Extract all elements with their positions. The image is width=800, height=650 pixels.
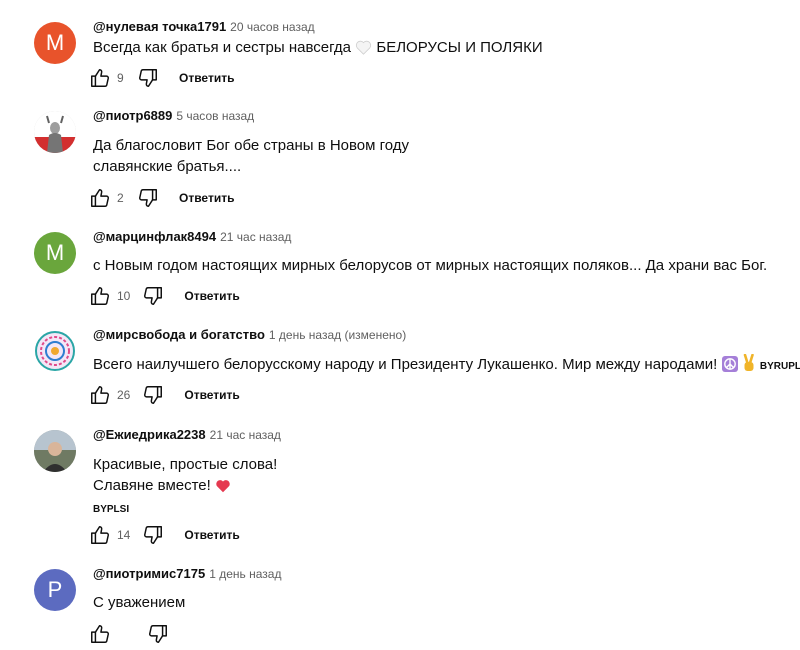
thumbs-down-icon[interactable] [142, 285, 164, 307]
comment-line: С уважением [93, 594, 186, 611]
comment-line: с Новым годом настоящих мирных белорусов… [93, 257, 768, 274]
thumbs-down-icon[interactable] [142, 384, 164, 406]
avatar[interactable] [34, 111, 76, 153]
comment-time[interactable]: 21 час назад [220, 230, 291, 244]
comment-actions: 26 Ответить [89, 383, 240, 407]
comment-actions: 10 Ответить [89, 284, 240, 308]
avatar[interactable]: P [34, 569, 76, 611]
thumbs-up-icon[interactable] [89, 285, 111, 307]
comment-header: @Ежиедрика2238 21 час назад [93, 427, 281, 442]
comment-time[interactable]: 1 день назад (изменено) [269, 328, 406, 342]
comment-header: @нулевая точка1791 20 часов назад [93, 19, 315, 34]
comment-line: Красивые, простые слова! [93, 456, 278, 473]
comment-header: @мирсвобода и богатство 1 день назад (изм… [93, 327, 406, 342]
avatar[interactable] [34, 430, 76, 472]
thumbs-up-icon[interactable] [89, 67, 111, 89]
comment-author[interactable]: @пиотр6889 [93, 108, 172, 123]
comment-header: @пиотр6889 5 часов назад [93, 108, 254, 123]
comment-time[interactable]: 1 день назад [209, 567, 281, 581]
comment-header: @пиотримис7175 1 день назад [93, 566, 281, 581]
comment-time[interactable]: 5 часов назад [176, 109, 254, 123]
comment-text: С уважением [93, 592, 185, 613]
comment-line: Всего наилучшего белорусскому народу и П… [93, 356, 718, 373]
like-count: 10 [117, 289, 131, 303]
comment-text: Всегда как братья и сестры навсегда БЕЛО… [93, 37, 543, 61]
thumbs-down-icon[interactable] [142, 524, 164, 546]
thumbs-down-icon[interactable] [147, 623, 169, 645]
comment-line: славянские братья.... [93, 158, 242, 175]
comment-author[interactable]: @марцинфлак8494 [93, 229, 216, 244]
avatar[interactable]: M [34, 22, 76, 64]
comment-line: Всегда как братья и сестры навсегда [93, 39, 352, 56]
comment-line: Славяне вместе! [93, 477, 211, 494]
reply-button[interactable]: Ответить [179, 71, 234, 85]
comment-time[interactable]: 21 час назад [210, 428, 281, 442]
comment-text: Да благословит Бог обе страны в Новом го… [93, 135, 409, 177]
like-count: 26 [117, 388, 131, 402]
comment-author[interactable]: @мирсвобода и богатство [93, 327, 265, 342]
thumbs-up-icon[interactable] [89, 623, 111, 645]
like-count: 14 [117, 528, 131, 542]
comment-actions: 2 Ответить [89, 186, 234, 210]
thumbs-up-icon[interactable] [89, 384, 111, 406]
comment-time[interactable]: 20 часов назад [230, 20, 314, 34]
thumbs-up-icon[interactable] [89, 187, 111, 209]
victory-hand-icon [742, 353, 756, 378]
comment-actions [89, 622, 169, 646]
flag-tag: BYRUPL [759, 361, 800, 372]
comment-text: с Новым годом настоящих мирных белорусов… [93, 255, 767, 276]
reply-button[interactable]: Ответить [184, 289, 239, 303]
avatar[interactable]: M [34, 232, 76, 274]
comment-actions: 9 Ответить [89, 66, 234, 90]
comment-author[interactable]: @Ежиедрика2238 [93, 427, 206, 442]
comment-line: Да благословит Бог обе страны в Новом го… [93, 137, 410, 154]
comment-text: Всего наилучшего белорусскому народу и П… [93, 353, 800, 378]
reply-button[interactable]: Ответить [184, 388, 239, 402]
avatar[interactable] [34, 330, 76, 372]
flag-tag: BYPLSI [93, 504, 130, 515]
white-heart-icon [355, 40, 372, 61]
comment-text: Красивые, простые слова! Славяне вместе!… [93, 454, 277, 520]
like-count: 2 [117, 191, 124, 205]
comment-author[interactable]: @пиотримис7175 [93, 566, 205, 581]
peace-symbol-icon [721, 356, 738, 378]
reply-button[interactable]: Ответить [184, 528, 239, 542]
thumbs-down-icon[interactable] [137, 67, 159, 89]
like-count: 9 [117, 71, 124, 85]
comment-line: БЕЛОРУСЫ И ПОЛЯКИ [376, 39, 543, 56]
comment-actions: 14 Ответить [89, 523, 240, 547]
thumbs-down-icon[interactable] [137, 187, 159, 209]
comment-author[interactable]: @нулевая точка1791 [93, 19, 226, 34]
red-heart-icon [215, 478, 231, 499]
comment-header: @марцинфлак8494 21 час назад [93, 229, 291, 244]
thumbs-up-icon[interactable] [89, 524, 111, 546]
reply-button[interactable]: Ответить [179, 191, 234, 205]
